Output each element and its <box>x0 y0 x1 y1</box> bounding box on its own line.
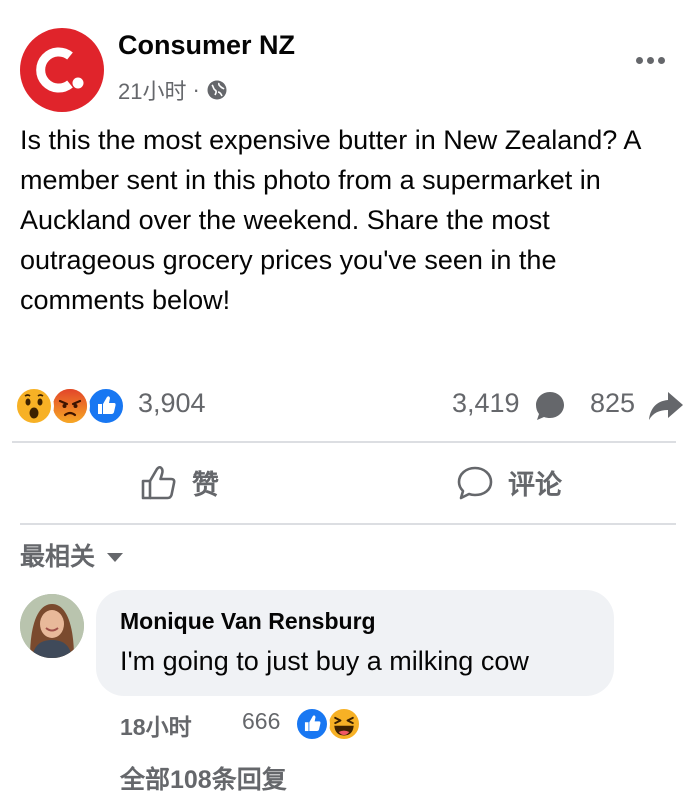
comment-label: 评论 <box>508 470 562 500</box>
post-header: Consumer NZ 21小时 · <box>20 20 670 112</box>
sort-label: 最相关 <box>20 543 96 571</box>
avatar[interactable] <box>20 594 84 658</box>
comment-button[interactable]: 评论 <box>456 463 562 502</box>
globe-icon <box>207 80 227 100</box>
comment-meta: 18小时 666 <box>120 706 380 742</box>
page-name[interactable]: Consumer NZ <box>118 30 295 61</box>
meta-separator: · <box>192 77 200 102</box>
like-label: 赞 <box>192 470 219 500</box>
more-options-icon[interactable] <box>630 48 670 72</box>
thumbs-up-icon <box>141 465 176 499</box>
comment-time[interactable]: 18小时 <box>120 708 192 742</box>
reaction-icons[interactable] <box>14 386 130 426</box>
action-bar: 赞 评论 <box>0 445 688 521</box>
comment-text: I'm going to just buy a milking cow <box>120 646 529 676</box>
comment-author[interactable]: Monique Van Rensburg <box>120 608 376 635</box>
divider <box>20 523 676 525</box>
wow-icon <box>14 386 54 426</box>
comment-count[interactable]: 3,419 <box>452 388 520 419</box>
comment-sort-dropdown[interactable]: 最相关 <box>20 537 124 573</box>
like-icon <box>294 706 330 742</box>
post-text: Is this the most expensive butter in New… <box>20 125 640 315</box>
post-stats: 3,904 3,419 825 <box>14 384 684 426</box>
consumer-nz-logo[interactable] <box>20 28 104 112</box>
like-icon <box>86 386 126 426</box>
comment-bubble-icon <box>536 392 564 420</box>
share-icon <box>649 392 683 420</box>
comment-icon <box>457 466 493 499</box>
caret-down-icon <box>107 552 124 562</box>
haha-icon <box>326 706 362 742</box>
reaction-count[interactable]: 3,904 <box>138 388 206 419</box>
post-meta: 21小时 · <box>118 74 228 106</box>
divider <box>12 441 676 443</box>
comment-bubble: Monique Van Rensburg I'm going to just b… <box>96 590 614 696</box>
view-replies-link[interactable]: 全部108条回复 <box>120 760 287 796</box>
post-time[interactable]: 21小时 <box>118 74 186 106</box>
comment-reaction-count[interactable]: 666 <box>242 708 280 735</box>
like-button[interactable]: 赞 <box>140 463 219 502</box>
share-count[interactable]: 825 <box>590 388 635 419</box>
angry-icon <box>50 386 90 426</box>
